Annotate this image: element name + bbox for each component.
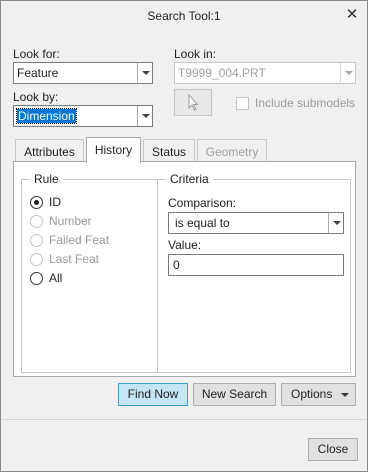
look-by-select[interactable]: Dimension [13, 105, 153, 127]
cursor-arrow-icon [188, 93, 199, 111]
comparison-select[interactable]: is equal to [168, 212, 344, 234]
rule-id-label: ID [49, 195, 61, 209]
history-tab-panel: Rule ID Number Failed Feat Last Feat All… [13, 161, 356, 377]
look-in-value: T9999_004.PRT [178, 66, 266, 80]
chevron-down-icon [341, 393, 349, 397]
criteria-group: Criteria Comparison: is equal to Value: … [157, 172, 351, 373]
chevron-down-icon [340, 63, 355, 83]
window-title: Search Tool:1 [147, 9, 221, 23]
chevron-down-icon[interactable] [137, 106, 152, 126]
look-for-value: Feature [17, 66, 59, 80]
look-in-select: T9999_004.PRT [174, 62, 356, 84]
rule-failed-feat-radio [30, 234, 43, 247]
new-search-button[interactable]: New Search [193, 383, 276, 406]
look-by-value: Dimension [16, 108, 77, 124]
look-in-label: Look in: [174, 47, 217, 61]
close-icon[interactable]: ✕ [345, 7, 359, 23]
chevron-down-icon[interactable] [137, 63, 152, 83]
rule-number-label: Number [49, 214, 92, 228]
rule-group-title: Rule [30, 172, 63, 186]
look-for-select[interactable]: Feature [13, 62, 153, 84]
tab-geometry: Geometry [197, 139, 267, 163]
chevron-down-icon[interactable] [328, 213, 343, 233]
pick-button [174, 89, 212, 116]
rule-last-feat-radio [30, 253, 43, 266]
look-by-label: Look by: [13, 90, 59, 104]
tab-status[interactable]: Status [143, 139, 195, 163]
rule-id-radio[interactable] [30, 196, 43, 209]
search-tool-dialog: Search Tool:1 ✕ Look for: Feature Look i… [0, 0, 368, 472]
find-now-button[interactable]: Find Now [118, 383, 188, 406]
rule-group: Rule ID Number Failed Feat Last Feat All [21, 172, 165, 373]
options-button-label: Options [291, 387, 333, 401]
include-submodels-label: Include submodels [255, 96, 356, 110]
title-bar: Search Tool:1 ✕ [1, 1, 367, 32]
value-label: Value: [168, 238, 202, 252]
rule-failed-feat-label: Failed Feat [49, 233, 110, 247]
rule-all-label: All [49, 271, 63, 285]
comparison-value: is equal to [175, 216, 230, 230]
footer-separator [2, 419, 366, 420]
tab-history[interactable]: History [86, 137, 141, 163]
close-button[interactable]: Close [308, 438, 358, 461]
include-submodels-checkbox [236, 97, 249, 110]
look-for-label: Look for: [13, 47, 60, 61]
tab-attributes[interactable]: Attributes [15, 139, 84, 163]
rule-number-radio [30, 215, 43, 228]
value-input[interactable]: 0 [168, 254, 344, 276]
comparison-label: Comparison: [168, 196, 237, 210]
rule-all-radio[interactable] [30, 272, 43, 285]
rule-last-feat-label: Last Feat [49, 252, 100, 266]
value-input-text: 0 [173, 258, 180, 272]
criteria-group-title: Criteria [166, 172, 213, 186]
options-button[interactable]: Options [281, 383, 356, 406]
